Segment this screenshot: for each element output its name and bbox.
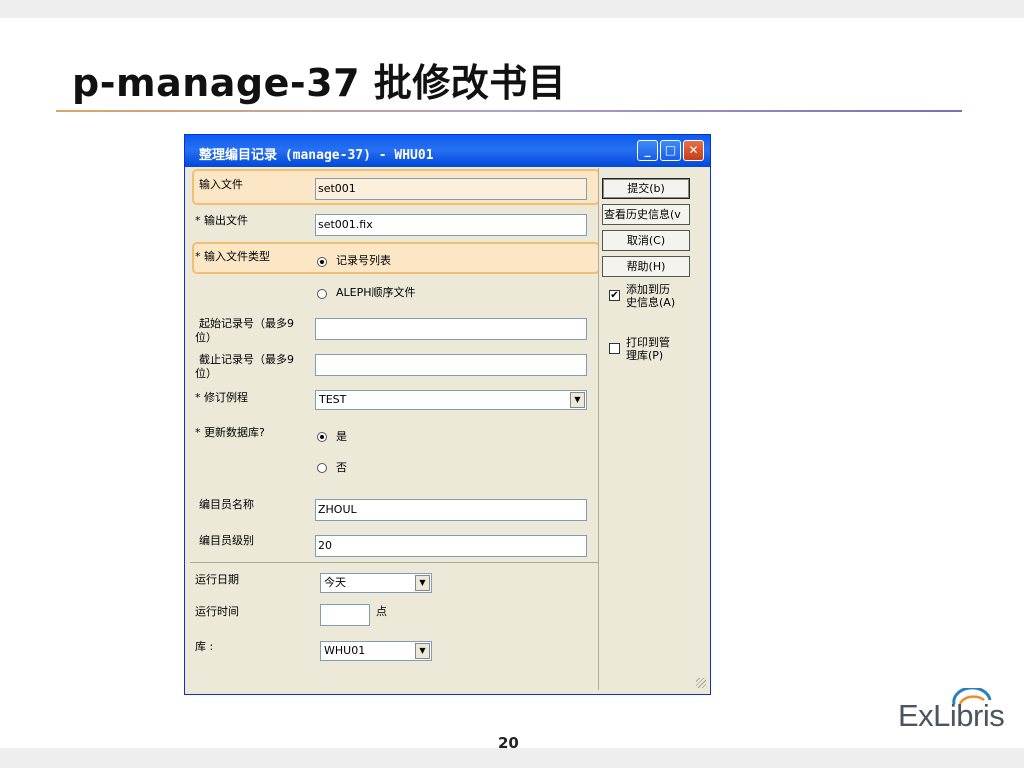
form-panel: 输入文件 set001 * 输出文件 set001.fix * 输入文件类型 记… [190, 168, 600, 690]
input-file-field[interactable]: set001 [315, 178, 587, 200]
cataloger-name-label: 编目员名称 [199, 498, 254, 511]
maximize-icon[interactable]: □ [660, 140, 681, 161]
slide-top-band [0, 0, 1024, 18]
window-titlebar[interactable]: 整理编目记录 (manage-37) - WHU01 _ □ ✕ [185, 135, 710, 167]
library-value: WHU01 [324, 644, 366, 657]
radio-record-list[interactable] [317, 257, 327, 267]
fix-routine-label: * 修订例程 [195, 391, 248, 404]
chevron-down-icon[interactable]: ▼ [415, 575, 430, 591]
update-db-label: * 更新数据库? [195, 426, 265, 439]
end-record-field[interactable] [315, 354, 587, 376]
action-panel: 提交(b) 查看历史信息(v 取消(C) 帮助(H) ✔ 添加到历 史信息(A)… [598, 168, 708, 690]
close-icon[interactable]: ✕ [683, 140, 704, 161]
cataloger-level-field[interactable]: 20 [315, 535, 587, 557]
minimize-icon[interactable]: _ [637, 140, 658, 161]
fix-routine-select[interactable]: TEST ▼ [315, 390, 587, 410]
cataloger-name-field[interactable]: ZHOUL [315, 499, 587, 521]
cataloger-level-label: 编目员级别 [199, 534, 254, 547]
help-button[interactable]: 帮助(H) [602, 256, 690, 277]
run-time-field[interactable] [320, 604, 370, 626]
chevron-down-icon[interactable]: ▼ [415, 643, 430, 659]
start-record-label-1: 起始记录号（最多9 [199, 317, 294, 330]
input-file-label: 输入文件 [199, 178, 243, 191]
start-record-field[interactable] [315, 318, 587, 340]
print-manager-label-1: 打印到管 [626, 336, 670, 349]
start-record-label-2: 位） [195, 331, 217, 344]
radio-update-yes-label: 是 [336, 430, 347, 443]
radio-aleph-seq[interactable] [317, 289, 327, 299]
exlibris-logo: ExLibris [898, 688, 1008, 736]
run-date-select[interactable]: 今天 ▼ [320, 573, 432, 593]
run-date-label: 运行日期 [195, 573, 239, 586]
add-history-checkbox[interactable]: ✔ [609, 290, 620, 301]
fix-routine-value: TEST [319, 393, 347, 406]
output-file-label: * 输出文件 [195, 214, 248, 227]
resize-grip-icon[interactable] [696, 678, 706, 688]
add-history-label-1: 添加到历 [626, 283, 670, 296]
run-time-unit: 点 [376, 605, 387, 618]
dialog-window: 整理编目记录 (manage-37) - WHU01 _ □ ✕ 输入文件 se… [184, 134, 711, 695]
slide-title: p-manage-37 批修改书目 [72, 61, 567, 105]
end-record-label-2: 位） [195, 367, 217, 380]
run-date-value: 今天 [324, 576, 346, 589]
radio-update-no[interactable] [317, 463, 327, 473]
library-label: 库 : [195, 640, 214, 653]
radio-aleph-seq-label: ALEPH顺序文件 [336, 286, 416, 299]
logo-text: ExLibris [898, 698, 1005, 733]
view-history-button[interactable]: 查看历史信息(v [602, 204, 690, 225]
cancel-button[interactable]: 取消(C) [602, 230, 690, 251]
library-select[interactable]: WHU01 ▼ [320, 641, 432, 661]
output-file-field[interactable]: set001.fix [315, 214, 587, 236]
section-divider [190, 562, 598, 563]
radio-update-yes[interactable] [317, 432, 327, 442]
print-manager-checkbox[interactable] [609, 343, 620, 354]
chevron-down-icon[interactable]: ▼ [570, 392, 585, 408]
title-divider [56, 110, 962, 112]
radio-update-no-label: 否 [336, 461, 347, 474]
page-number: 20 [498, 734, 519, 752]
run-time-label: 运行时间 [195, 605, 239, 618]
radio-record-list-label: 记录号列表 [336, 254, 391, 267]
print-manager-label-2: 理库(P) [626, 349, 664, 362]
input-file-type-label: * 输入文件类型 [195, 250, 270, 263]
end-record-label-1: 截止记录号（最多9 [199, 353, 294, 366]
add-history-label-2: 史信息(A) [626, 296, 676, 309]
submit-button[interactable]: 提交(b) [602, 178, 690, 199]
window-title: 整理编目记录 (manage-37) - WHU01 [199, 148, 434, 163]
